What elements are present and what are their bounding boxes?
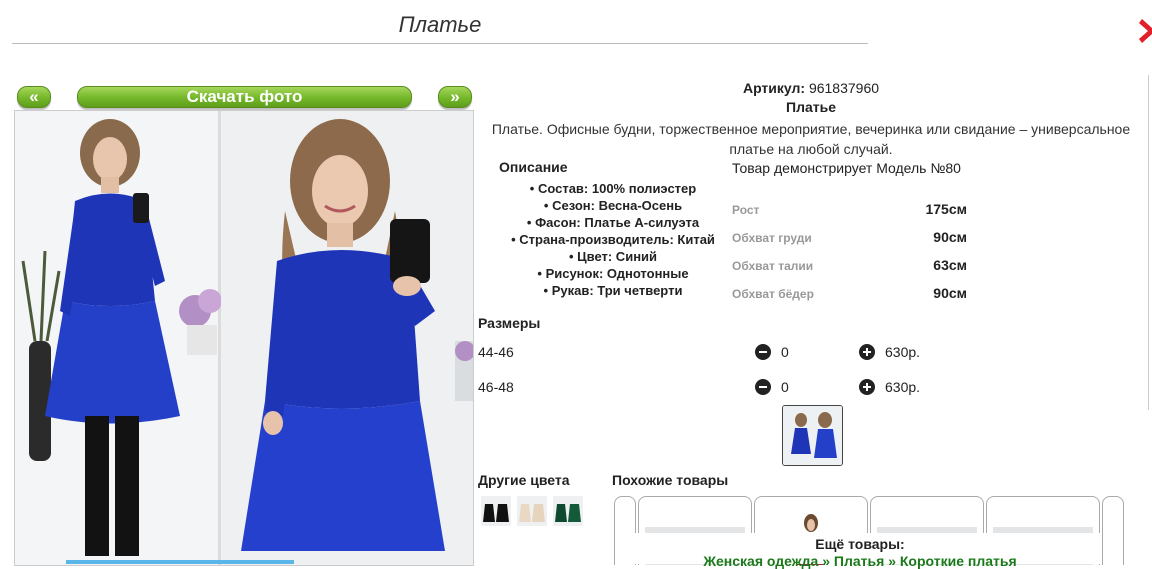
breadcrumb-link[interactable]: Платья [834,553,884,569]
size-quantity: 0 [781,344,789,360]
size-price: 630р. [885,379,921,395]
measurement-label: Обхват бёдер [732,287,814,301]
similar-products-heading: Похожие товары [612,472,729,488]
size-label: 46-48 [478,379,514,395]
article-label: Артикул: [742,80,806,96]
minus-circle-icon[interactable] [755,344,771,360]
size-label: 44-46 [478,344,514,360]
model-heading: Товар демонстрирует Модель №80 [732,160,961,176]
more-products: Ещё товары: Женская одежда » Платья » Ко… [620,533,1100,569]
breadcrumb-link[interactable]: Короткие платья [900,553,1017,569]
measurement-value: 90см [933,285,967,301]
breadcrumb-separator: » [822,553,831,569]
color-variant-thumbnail[interactable] [517,496,547,526]
spec-item: Цвет: Синий [488,248,738,265]
category-breadcrumb: Женская одежда » Платья » Короткие плать… [620,553,1100,569]
measurement-value: 63см [933,257,967,273]
measurement-row: Обхват груди 90см [732,229,967,249]
measurement-row: Рост 175см [732,201,967,221]
next-photo-button[interactable]: » [438,86,472,108]
close-icon[interactable] [1138,16,1152,46]
measurement-value: 175см [925,201,967,217]
page-title: Платье [398,12,482,37]
product-name: Платье [786,99,836,115]
measurement-row: Обхват бёдер 90см [732,285,967,305]
spec-item: Страна-производитель: Китай [488,231,738,248]
breadcrumb-link[interactable]: Женская одежда [703,553,818,569]
minus-circle-icon[interactable] [755,379,771,395]
breadcrumb-separator: » [888,553,896,569]
measurement-label: Обхват груди [732,231,812,245]
plus-circle-icon[interactable] [859,344,875,360]
article-value: 961837960 [808,80,880,96]
other-colors-heading: Другие цвета [478,472,570,488]
article-number: Артикул: 961837960 [478,80,1144,96]
measurement-value: 90см [933,229,967,245]
product-photo [14,110,474,566]
color-variant-thumbnail[interactable] [481,496,511,526]
size-row: 44-46 0 630р. [478,342,928,362]
measurement-row: Обхват талии 63см [732,257,967,277]
download-photo-button[interactable]: Скачать фото [77,86,412,108]
title-divider [12,43,868,44]
size-quantity: 0 [781,379,789,395]
similar-scroll-right[interactable] [1102,496,1124,565]
photo-thumbnail[interactable] [782,405,843,466]
size-price: 630р. [885,344,921,360]
spec-item: Фасон: Платье А-силуэта [488,214,738,231]
measurement-label: Рост [732,203,760,217]
panel-border [1148,75,1149,410]
spec-item: Состав: 100% полиэстер [488,180,738,197]
specs-list: Состав: 100% полиэстер Сезон: Весна-Осен… [488,180,738,299]
spec-item: Рукав: Три четверти [488,282,738,299]
more-products-heading: Ещё товары: [815,536,905,552]
plus-circle-icon[interactable] [859,379,875,395]
spec-item: Рисунок: Однотонные [488,265,738,282]
size-row: 46-48 0 630р. [478,377,928,397]
spec-item: Сезон: Весна-Осень [488,197,738,214]
prev-photo-button[interactable]: « [17,86,51,108]
photo-progress-bar [66,560,294,564]
product-description: Платье. Офисные будни, торжественное мер… [491,121,1131,157]
sizes-heading: Размеры [478,315,541,331]
measurement-label: Обхват талии [732,259,814,273]
color-variant-thumbnail[interactable] [553,496,583,526]
specs-heading: Описание [499,159,568,175]
